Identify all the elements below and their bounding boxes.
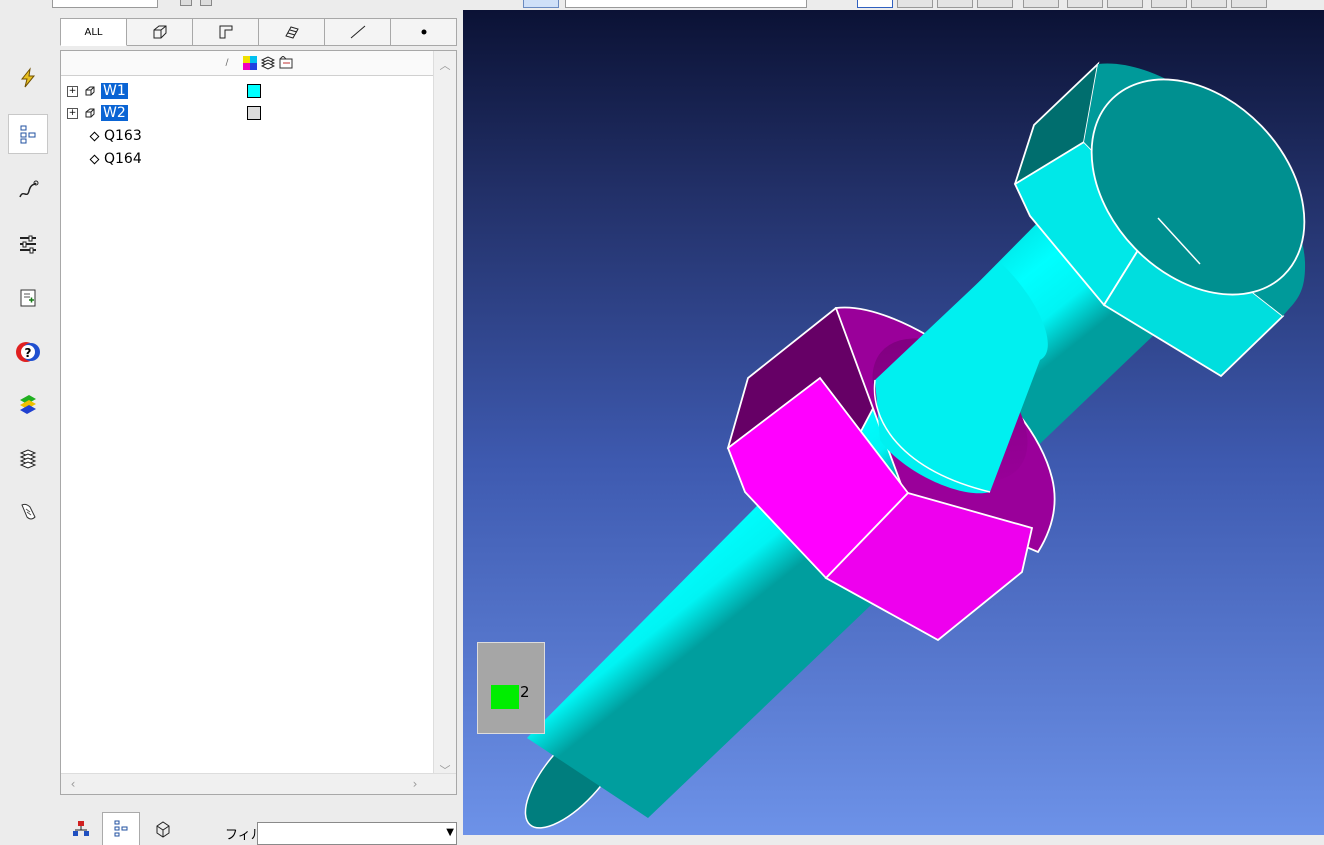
vertex-icon <box>89 154 100 164</box>
view-button[interactable] <box>1191 0 1227 8</box>
face-icon <box>219 25 232 39</box>
view-button[interactable] <box>523 0 559 8</box>
view-button[interactable] <box>1023 0 1059 8</box>
view-button[interactable] <box>937 0 973 8</box>
tree-item-label: Q164 <box>104 151 142 167</box>
view-button[interactable] <box>857 0 893 8</box>
script-tool-button[interactable] <box>8 492 48 532</box>
lightning-tool-button[interactable] <box>8 58 48 98</box>
material-tool-button[interactable] <box>8 384 48 424</box>
view-button[interactable] <box>1067 0 1103 8</box>
tree-item-w2[interactable]: + W2 <box>67 102 128 124</box>
add-sheet-button[interactable] <box>8 278 48 318</box>
lightning-icon <box>20 67 36 88</box>
scroll-up-icon[interactable]: ︿ <box>434 55 456 75</box>
model-tree-tab[interactable] <box>102 812 140 845</box>
view-button[interactable] <box>1107 0 1143 8</box>
tab-shell[interactable] <box>259 18 325 46</box>
view-button[interactable] <box>1231 0 1267 8</box>
entity-filter-tabs: ALL <box>60 18 457 46</box>
w1-color-swatch[interactable] <box>247 84 261 98</box>
material-icon <box>20 395 36 414</box>
chevron-down-icon[interactable]: ▼ <box>446 827 454 838</box>
add-sheet-icon <box>20 289 36 307</box>
layers-icon <box>19 449 37 469</box>
toolbar-mini-button[interactable] <box>200 0 212 6</box>
shell-icon <box>284 26 299 39</box>
scroll-left-icon[interactable]: ‹ <box>63 774 83 794</box>
solid-icon <box>153 25 166 39</box>
expand-icon[interactable]: + <box>67 85 78 97</box>
assembly-tab[interactable] <box>62 812 100 845</box>
count-legend: 2 <box>477 642 545 734</box>
viewport-toolbar-remnant <box>463 0 1324 10</box>
tree-item-w1[interactable]: + W1 <box>67 80 128 102</box>
tree-item-label: W1 <box>101 83 128 99</box>
parts-tab[interactable] <box>144 812 182 845</box>
path-icon <box>19 180 39 198</box>
filter-input[interactable]: ▼ <box>257 822 457 845</box>
legend-count: 2 <box>520 683 530 701</box>
tree-vertical-scrollbar[interactable]: ︿ ﹀ <box>433 51 456 784</box>
help-query-button[interactable]: ? <box>8 332 48 372</box>
tab-face[interactable] <box>193 18 259 46</box>
tree-item-label: Q163 <box>104 128 142 144</box>
tab-all[interactable]: ALL <box>60 18 127 46</box>
scroll-right-icon[interactable]: › <box>405 774 425 794</box>
model-tree: ∕ + W1 + W2 Q163 Q164 ︿ ﹀ ‹ › <box>60 50 457 795</box>
panel-bottom-tabs: フィルタ ▼ <box>60 810 460 845</box>
expand-icon[interactable]: + <box>67 107 78 119</box>
tab-edge[interactable] <box>325 18 391 46</box>
sort-indicator-icon: ∕ <box>225 58 229 68</box>
view-button[interactable] <box>1151 0 1187 8</box>
tree-icon <box>20 125 36 144</box>
tab-vertex[interactable] <box>391 18 457 46</box>
bolt-and-nut-model[interactable] <box>463 10 1324 835</box>
vertex-icon <box>89 131 100 141</box>
attribute-column-icon[interactable] <box>278 55 294 71</box>
vertex-icon <box>421 29 426 35</box>
layer-column-icon[interactable] <box>260 55 276 71</box>
toolbar-mini-button[interactable] <box>180 0 192 6</box>
help-icon: ? <box>16 342 40 362</box>
layers-tool-button[interactable] <box>8 438 48 478</box>
tree-item-q164[interactable]: Q164 <box>67 148 142 170</box>
tree-icon <box>114 820 128 837</box>
3d-viewport[interactable]: 2 <box>463 10 1324 835</box>
w2-color-swatch[interactable] <box>247 106 261 120</box>
assembly-icon <box>73 820 89 836</box>
tree-column-header: ∕ <box>61 51 433 76</box>
tree-horizontal-scrollbar[interactable]: ‹ › <box>61 773 456 794</box>
view-button[interactable] <box>977 0 1013 8</box>
tab-all-label: ALL <box>84 26 103 38</box>
parts-icon <box>156 820 170 838</box>
model-tree-tool-button[interactable] <box>8 114 48 154</box>
svg-text:?: ? <box>25 346 32 360</box>
settings-sliders-button[interactable] <box>8 224 48 264</box>
toolbar-combo[interactable] <box>52 0 158 8</box>
left-toolbar: ? <box>0 10 57 835</box>
tree-item-q163[interactable]: Q163 <box>67 125 142 147</box>
path-tool-button[interactable] <box>8 170 48 210</box>
scroll-icon <box>21 503 36 520</box>
view-combo[interactable] <box>565 0 807 8</box>
tree-item-label: W2 <box>101 105 128 121</box>
solid-body-icon <box>85 86 95 96</box>
solid-body-icon <box>85 108 95 118</box>
view-button[interactable] <box>897 0 933 8</box>
sliders-icon <box>20 235 36 254</box>
tab-solid[interactable] <box>127 18 193 46</box>
legend-swatch <box>491 685 519 709</box>
color-column-icon[interactable] <box>242 55 258 71</box>
edge-icon <box>350 25 365 39</box>
model-tree-panel: ALL ∕ + W1 + W2 Q163 Q164 ︿ ﹀ ‹ › フィルタ ▼ <box>56 10 460 845</box>
